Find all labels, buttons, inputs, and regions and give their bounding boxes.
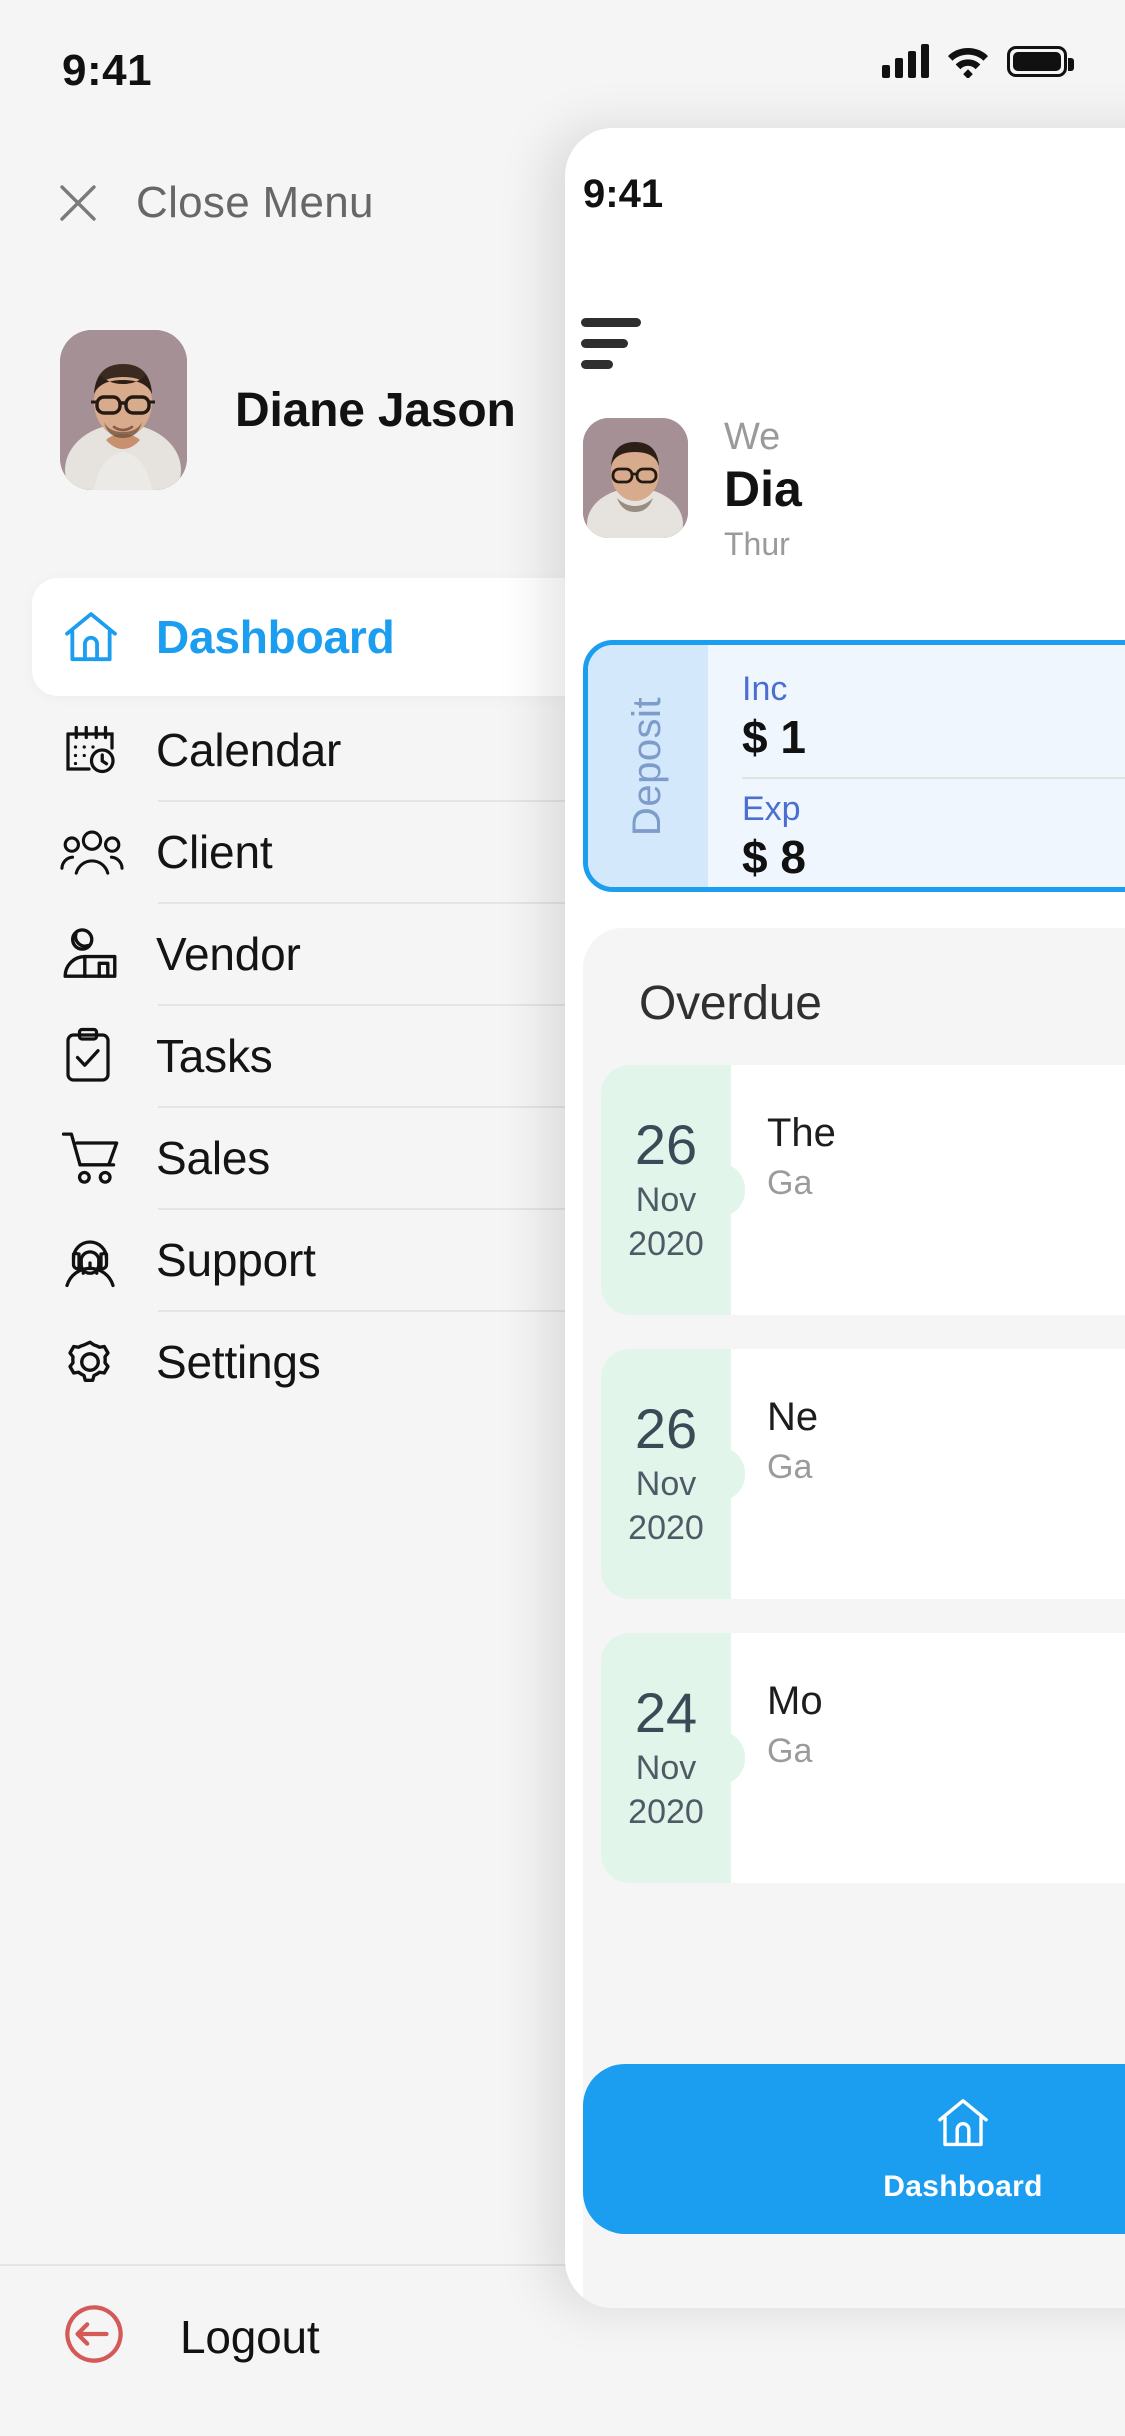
deposit-values: Inc $ 1 Exp $ 8	[708, 645, 1125, 887]
bottom-nav-label: Dashboard	[883, 2169, 1043, 2203]
deposit-side-label: Deposit	[588, 645, 708, 887]
sidebar-item-label: Dashboard	[156, 611, 395, 663]
deposit-label-text: Deposit	[625, 696, 670, 836]
overdue-month: Nov	[635, 1749, 697, 1788]
sidebar-item-label: Tasks	[156, 1030, 273, 1082]
overdue-month: Nov	[635, 1465, 697, 1504]
list-item[interactable]: 26 Nov 2020 Ne Ga	[601, 1349, 1125, 1599]
expense-value: $ 8	[742, 831, 806, 884]
status-bar: 9:41	[0, 0, 1125, 120]
vendor-stall-icon	[60, 925, 130, 983]
overdue-date-block: 26 Nov 2020	[601, 1065, 731, 1315]
overdue-day: 24	[634, 1681, 698, 1745]
sidebar-item-label: Client	[156, 826, 273, 878]
preview-welcome: We	[724, 416, 781, 458]
status-bar-indicators	[882, 44, 1074, 78]
logout-circle-arrow-icon	[60, 2300, 128, 2373]
avatar	[583, 418, 688, 538]
overdue-title: Overdue	[639, 977, 822, 1030]
dashboard-preview-panel[interactable]: 9:41 We Dia Thur Deposit Inc $ 1 Exp $ 8…	[565, 128, 1125, 2308]
overdue-year: 2020	[628, 1225, 704, 1264]
users-group-icon	[60, 824, 130, 880]
overdue-item-title: Mo	[767, 1679, 823, 1723]
preview-user-name: Dia	[724, 461, 802, 517]
preview-greeting-text: We Dia Thur	[724, 418, 802, 560]
home-icon	[60, 608, 130, 666]
overdue-item-subtitle: Ga	[767, 1732, 813, 1770]
close-x-icon	[60, 185, 96, 221]
profile-name: Diane Jason	[235, 383, 516, 437]
overdue-item-title: The	[767, 1111, 836, 1155]
logout-label: Logout	[180, 2310, 320, 2363]
shopping-cart-icon	[60, 1129, 130, 1187]
overdue-item-title: Ne	[767, 1395, 819, 1439]
gear-icon	[60, 1332, 130, 1392]
headset-agent-icon	[60, 1230, 130, 1290]
overdue-day: 26	[634, 1113, 698, 1177]
sidebar-item-label: Vendor	[156, 928, 301, 980]
overdue-month: Nov	[635, 1181, 697, 1220]
hamburger-menu-icon[interactable]	[581, 318, 641, 381]
income-value: $ 1	[742, 711, 806, 764]
sidebar-item-label: Sales	[156, 1132, 271, 1184]
logout-button[interactable]: Logout	[60, 2300, 320, 2373]
close-menu-label: Close Menu	[136, 178, 374, 227]
overdue-item-subtitle: Ga	[767, 1448, 813, 1486]
profile-row[interactable]: Diane Jason	[60, 330, 516, 490]
battery-icon	[1007, 45, 1074, 77]
sidebar-item-label: Support	[156, 1234, 316, 1286]
preview-greeting: We Dia Thur	[583, 418, 802, 560]
status-bar-time: 9:41	[62, 46, 153, 95]
overdue-item-subtitle: Ga	[767, 1164, 813, 1202]
preview-status-time: 9:41	[583, 172, 664, 216]
income-label: Inc	[742, 670, 788, 708]
clipboard-check-icon	[60, 1026, 130, 1086]
list-item[interactable]: 24 Nov 2020 Mo Ga	[601, 1633, 1125, 1883]
wifi-icon	[948, 48, 988, 78]
avatar	[60, 330, 187, 490]
sidebar-item-label: Calendar	[156, 724, 342, 776]
overdue-text: The Ga	[731, 1065, 836, 1315]
calendar-clock-icon	[60, 720, 130, 780]
overdue-year: 2020	[628, 1793, 704, 1832]
overdue-day: 26	[634, 1397, 698, 1461]
overdue-year: 2020	[628, 1509, 704, 1548]
sidebar-item-label: Settings	[156, 1336, 321, 1388]
preview-date: Thur	[724, 526, 790, 562]
home-icon	[932, 2095, 994, 2156]
overdue-date-block: 26 Nov 2020	[601, 1349, 731, 1599]
deposit-card[interactable]: Deposit Inc $ 1 Exp $ 8	[583, 640, 1125, 892]
overdue-date-block: 24 Nov 2020	[601, 1633, 731, 1883]
close-menu-button[interactable]: Close Menu	[54, 178, 374, 228]
deposit-divider	[742, 776, 1125, 779]
expense-label: Exp	[742, 789, 801, 828]
cellular-signal-icon	[882, 44, 929, 78]
bottom-nav-dashboard-tab[interactable]: Dashboard	[583, 2064, 1125, 2234]
list-item[interactable]: 26 Nov 2020 The Ga	[601, 1065, 1125, 1315]
